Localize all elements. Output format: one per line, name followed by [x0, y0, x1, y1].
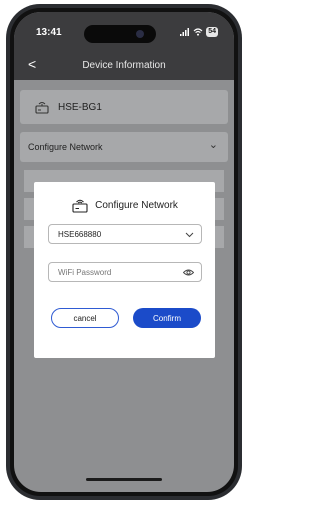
status-icons: 54	[180, 27, 218, 37]
confirm-button[interactable]: Confirm	[133, 308, 201, 328]
battery-indicator: 54	[206, 27, 218, 37]
dynamic-island	[84, 25, 156, 43]
screen: 13:41 54 < Device Information HSE-BG1 Co…	[14, 12, 234, 492]
home-indicator[interactable]	[86, 478, 162, 481]
password-placeholder: WiFi Password	[58, 268, 112, 277]
device-card[interactable]: HSE-BG1	[20, 90, 228, 124]
configure-network-dialog: Configure Network HSE668880 WiFi Passwor…	[34, 182, 215, 358]
chevron-down-icon	[185, 232, 194, 238]
dialog-header: Configure Network	[34, 194, 215, 216]
status-time: 13:41	[36, 27, 62, 38]
signal-icon	[180, 28, 190, 36]
wifi-network-select[interactable]: HSE668880	[48, 224, 202, 244]
wifi-icon	[193, 28, 203, 36]
status-bar: 13:41 54	[14, 12, 234, 52]
eye-icon[interactable]	[183, 268, 194, 277]
cancel-button[interactable]: cancel	[51, 308, 119, 328]
camera-icon	[136, 30, 144, 38]
device-name: HSE-BG1	[58, 102, 102, 113]
nav-bar: < Device Information	[14, 52, 234, 80]
page-title: Device Information	[82, 60, 166, 71]
chevron-down-icon: ⌄	[208, 139, 218, 151]
selected-network: HSE668880	[58, 230, 102, 239]
configure-network-row[interactable]: Configure Network ⌄	[20, 132, 228, 162]
router-icon	[35, 102, 49, 114]
phone-frame: 13:41 54 < Device Information HSE-BG1 Co…	[6, 4, 242, 500]
router-icon	[72, 199, 88, 213]
configure-network-label: Configure Network	[28, 142, 103, 152]
wifi-password-field[interactable]: WiFi Password	[48, 262, 202, 282]
phone-bezel: 13:41 54 < Device Information HSE-BG1 Co…	[10, 8, 238, 496]
dialog-title: Configure Network	[95, 199, 178, 211]
